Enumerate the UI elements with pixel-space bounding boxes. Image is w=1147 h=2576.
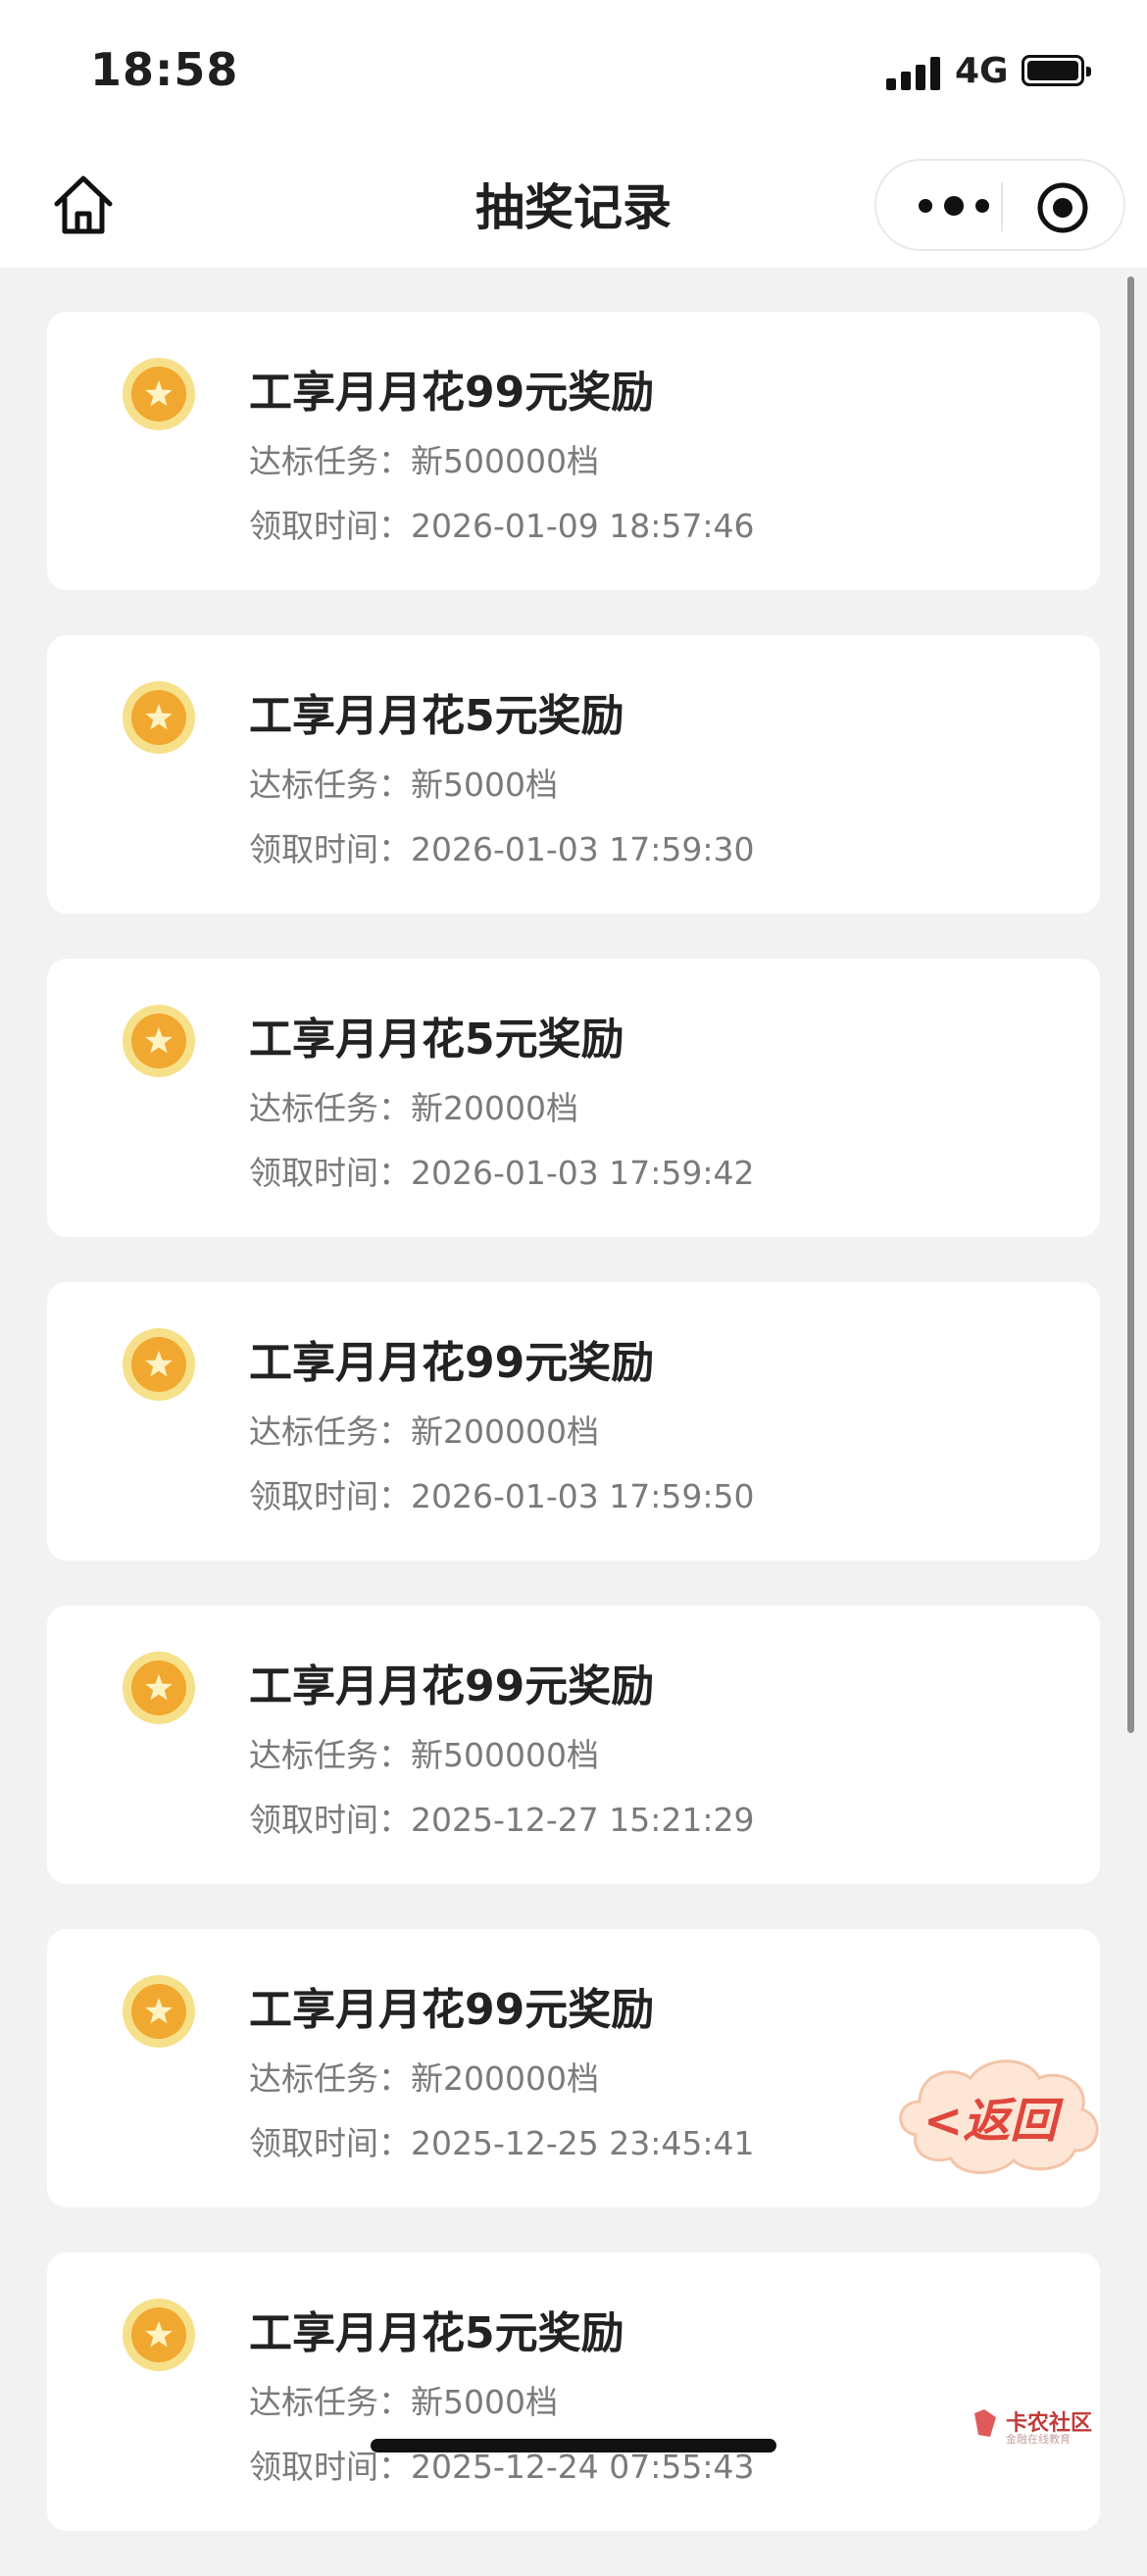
status-time: 18:58: [90, 43, 239, 96]
claim-time-value: 2026-01-03 17:59:30: [411, 830, 755, 868]
task-label: 达标任务：: [249, 1736, 411, 1774]
task-line: 达标任务：新5000档: [249, 759, 558, 806]
watermark-logo: 卡农社区 金融在线教育: [971, 2403, 1137, 2447]
star-coin-icon: [123, 681, 195, 754]
record-card[interactable]: 工享月月花99元奖励 达标任务：新200000档 领取时间：2026-01-03 1…: [47, 1282, 1100, 1560]
floating-back-button[interactable]: <返回: [890, 2041, 1106, 2184]
claim-time-value: 2025-12-24 07:55:43: [411, 2448, 755, 2486]
claim-time-label: 领取时间：: [249, 830, 411, 868]
claim-time-label: 领取时间：: [249, 2448, 411, 2486]
reward-name: 工享月月花99元奖励: [249, 368, 655, 418]
claim-time-value: 2026-01-09 18:57:46: [411, 507, 755, 545]
claim-time-line: 领取时间：2026-01-03 17:59:50: [249, 1470, 754, 1517]
claim-time-label: 领取时间：: [249, 2124, 411, 2162]
reward-name: 工享月月花99元奖励: [249, 1985, 655, 2035]
task-label: 达标任务：: [249, 442, 411, 480]
task-line: 达标任务：新500000档: [249, 435, 599, 482]
claim-time-label: 领取时间：: [249, 1477, 411, 1515]
star-coin-icon: [123, 1975, 195, 2048]
home-indicator[interactable]: [371, 2439, 776, 2452]
task-value: 新5000档: [411, 2383, 558, 2421]
more-dots-icon[interactable]: [910, 188, 998, 223]
star-coin-icon: [123, 1005, 195, 1077]
claim-time-line: 领取时间：2026-01-03 17:59:42: [249, 1147, 754, 1194]
miniprogram-capsule: [874, 159, 1125, 251]
star-coin-icon: [123, 358, 195, 430]
scrollbar[interactable]: [1127, 276, 1134, 1733]
claim-time-label: 领取时间：: [249, 1801, 411, 1839]
capsule-divider: [1001, 182, 1003, 231]
star-coin-icon: [123, 2299, 195, 2371]
claim-time-value: 2026-01-03 17:59:42: [411, 1154, 755, 1192]
task-line: 达标任务：新20000档: [249, 1082, 578, 1129]
status-bar: 18:58 4G: [0, 0, 1147, 147]
task-value: 新500000档: [411, 1736, 599, 1774]
network-type: 4G: [955, 51, 1009, 91]
record-card[interactable]: 工享月月花5元奖励 达标任务：新5000档 领取时间：2025-12-24 07:5…: [47, 2253, 1100, 2531]
claim-time-line: 领取时间：2026-01-09 18:57:46: [249, 500, 754, 547]
record-card[interactable]: 工享月月花99元奖励 达标任务：新500000档 领取时间：2026-01-09 1…: [47, 312, 1100, 590]
reward-name: 工享月月花5元奖励: [249, 2308, 624, 2358]
task-value: 新200000档: [411, 2059, 599, 2098]
task-value: 新200000档: [411, 1412, 599, 1451]
star-coin-icon: [123, 1328, 195, 1401]
reward-name: 工享月月花5元奖励: [249, 691, 624, 741]
task-line: 达标任务：新500000档: [249, 1729, 599, 1776]
reward-name: 工享月月花5元奖励: [249, 1015, 624, 1065]
task-label: 达标任务：: [249, 2059, 411, 2098]
claim-time-value: 2025-12-25 23:45:41: [411, 2124, 755, 2162]
record-card[interactable]: 工享月月花99元奖励 达标任务：新500000档 领取时间：2025-12-27 1…: [47, 1606, 1100, 1884]
claim-time-value: 2025-12-27 15:21:29: [411, 1801, 755, 1839]
task-label: 达标任务：: [249, 766, 411, 804]
reward-name: 工享月月花99元奖励: [249, 1338, 655, 1388]
record-card[interactable]: 工享月月花5元奖励 达标任务：新5000档 领取时间：2026-01-03 17:5…: [47, 635, 1100, 914]
claim-time-line: 领取时间：2025-12-27 15:21:29: [249, 1794, 754, 1841]
claim-time-line: 领取时间：2025-12-25 23:45:41: [249, 2117, 754, 2164]
task-line: 达标任务：新200000档: [249, 2053, 599, 2100]
claim-time-value: 2026-01-03 17:59:50: [411, 1477, 755, 1515]
task-line: 达标任务：新5000档: [249, 2376, 558, 2423]
floating-back-label: <返回: [923, 2094, 1058, 2149]
miniprogram-close-icon[interactable]: [1035, 180, 1090, 235]
claim-time-label: 领取时间：: [249, 1154, 411, 1192]
task-label: 达标任务：: [249, 1412, 411, 1451]
watermark-subtext: 金融在线教育: [1006, 2433, 1071, 2446]
battery-icon: [1022, 55, 1091, 86]
task-value: 新5000档: [411, 766, 558, 804]
star-coin-icon: [123, 1652, 195, 1724]
claim-time-label: 领取时间：: [249, 507, 411, 545]
nav-bar: 抽奖记录: [0, 147, 1147, 268]
task-value: 新20000档: [411, 1089, 578, 1127]
record-card[interactable]: 工享月月花5元奖励 达标任务：新20000档 领取时间：2026-01-03 17:…: [47, 959, 1100, 1237]
claim-time-line: 领取时间：2026-01-03 17:59:30: [249, 823, 754, 870]
cellular-signal-icon: [886, 55, 941, 90]
task-value: 新500000档: [411, 442, 599, 480]
task-label: 达标任务：: [249, 2383, 411, 2421]
record-list: 工享月月花99元奖励 达标任务：新500000档 领取时间：2026-01-09 1…: [47, 312, 1100, 2576]
task-label: 达标任务：: [249, 1089, 411, 1127]
task-line: 达标任务：新200000档: [249, 1406, 599, 1453]
reward-name: 工享月月花99元奖励: [249, 1661, 655, 1711]
